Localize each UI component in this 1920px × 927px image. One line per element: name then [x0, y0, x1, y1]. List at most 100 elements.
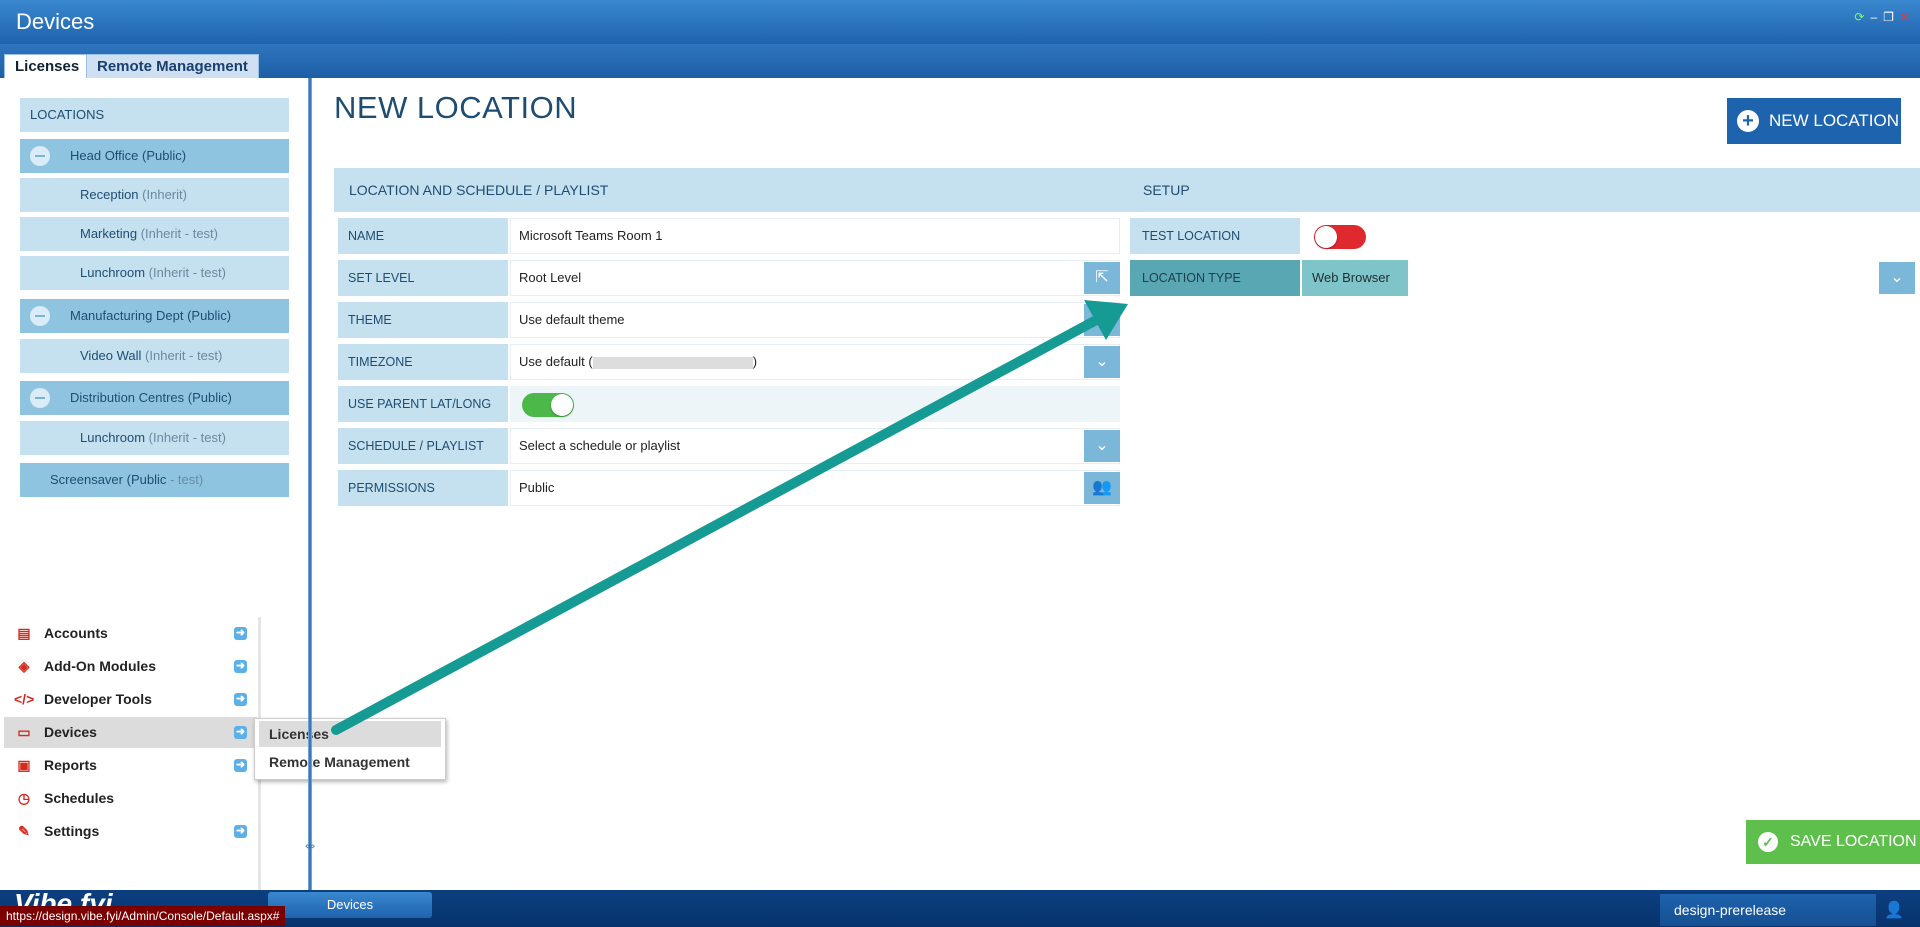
location-name: Manufacturing Dept (Public)	[70, 308, 232, 323]
wrench-icon: ✎	[18, 823, 30, 839]
chevron-down-icon[interactable]: ⌄	[1879, 262, 1915, 294]
menu-item-schedules[interactable]: ◷ Schedules	[4, 783, 257, 814]
monitor-icon: ▭	[17, 724, 31, 740]
location-type-row: LOCATION TYPE Web Browser ⌄	[1130, 260, 1920, 296]
collapse-icon[interactable]	[30, 388, 50, 408]
schedule-playlist-row: SCHEDULE / PLAYLIST Select a schedule or…	[338, 428, 1120, 464]
location-suffix: (Inherit - test)	[148, 430, 226, 445]
taskbar: Vibe.fyi Devices design-prerelease 👤	[0, 888, 1920, 927]
window-controls: ⟳ – ❐ ✕	[1854, 10, 1910, 24]
chevron-down-icon[interactable]: ⌄	[1084, 430, 1120, 462]
use-parent-latlong-toggle[interactable]	[522, 393, 574, 417]
arrow-right-icon[interactable]: ➜	[234, 759, 247, 772]
menu-item-label: Reports	[44, 757, 97, 773]
panel-splitter[interactable]	[308, 78, 312, 890]
set-level-label: SET LEVEL	[338, 260, 508, 296]
status-url: https://design.vibe.fyi/Admin/Console/De…	[0, 906, 286, 926]
location-item[interactable]: Reception (Inherit)	[20, 178, 289, 212]
arrow-right-icon[interactable]: ➜	[234, 825, 247, 838]
use-parent-latlong-cell	[510, 386, 1120, 422]
submenu-item-licenses[interactable]: Licenses	[259, 721, 441, 747]
menu-item-developer-tools[interactable]: </> Developer Tools ➜	[4, 684, 257, 715]
menu-item-devices[interactable]: ▭ Devices ➜	[4, 717, 257, 748]
timezone-row: TIMEZONE Use default () ⌄	[338, 344, 1120, 380]
save-location-button[interactable]: ✓ SAVE LOCATION	[1746, 820, 1920, 864]
location-type-label: LOCATION TYPE	[1130, 260, 1300, 296]
window-title: Devices	[16, 9, 95, 34]
tab-licenses[interactable]: Licenses	[4, 54, 91, 79]
taskbar-devices-button[interactable]: Devices	[268, 892, 432, 918]
collapse-icon[interactable]	[30, 306, 50, 326]
menu-item-add-on-modules[interactable]: ◈ Add-On Modules ➜	[4, 651, 257, 682]
location-suffix: (Inherit - test)	[148, 265, 226, 280]
arrow-right-icon[interactable]: ➜	[234, 660, 247, 673]
location-item[interactable]: Video Wall (Inherit - test)	[20, 339, 289, 373]
menu-item-label: Schedules	[44, 790, 115, 806]
location-item[interactable]: Distribution Centres (Public)	[20, 381, 289, 415]
test-location-toggle[interactable]	[1314, 225, 1366, 249]
arrow-right-icon[interactable]: ➜	[234, 726, 247, 739]
new-location-label: NEW LOCATION	[1769, 111, 1900, 130]
location-suffix: (Inherit - test)	[140, 226, 218, 241]
location-item[interactable]: Manufacturing Dept (Public)	[20, 299, 289, 333]
clock-icon: ◷	[17, 790, 31, 806]
location-panel-header: LOCATION AND SCHEDULE / PLAYLIST	[334, 168, 1130, 212]
share-icon[interactable]: ⇱	[1084, 262, 1120, 294]
location-item[interactable]: Lunchroom (Inherit - test)	[20, 256, 289, 290]
location-name: Marketing	[80, 226, 138, 241]
name-input[interactable]: Microsoft Teams Room 1	[510, 218, 1120, 254]
chevron-down-icon[interactable]: ⌄	[1084, 304, 1120, 336]
name-label: NAME	[338, 218, 508, 254]
user-settings-icon[interactable]: 👤	[1884, 900, 1904, 920]
menu-item-settings[interactable]: ✎ Settings ➜	[4, 816, 257, 847]
arrow-right-icon[interactable]: ➜	[234, 627, 247, 640]
collapse-icon[interactable]	[30, 146, 50, 166]
plus-circle-icon: +	[1737, 110, 1759, 132]
permissions-field[interactable]: Public	[510, 470, 1120, 506]
timezone-select[interactable]: Use default ()	[510, 344, 1120, 380]
redacted-timezone	[592, 356, 753, 369]
page-title: NEW LOCATION	[334, 90, 578, 125]
users-icon[interactable]: 👥	[1084, 472, 1120, 504]
set-level-field[interactable]: Root Level	[510, 260, 1120, 296]
menu-item-reports[interactable]: ▣ Reports ➜	[4, 750, 257, 781]
set-level-row: SET LEVEL Root Level ⇱	[338, 260, 1120, 296]
menu-item-accounts[interactable]: ▤ Accounts ➜	[4, 618, 257, 649]
location-name: Lunchroom	[80, 265, 146, 280]
tab-bar: Licenses Remote Management	[0, 44, 1920, 79]
schedule-playlist-select[interactable]: Select a schedule or playlist	[510, 428, 1120, 464]
location-item[interactable]: Screensaver (Public - test)	[20, 463, 289, 497]
location-item[interactable]: Marketing (Inherit - test)	[20, 217, 289, 251]
location-item[interactable]: Lunchroom (Inherit - test)	[20, 421, 289, 455]
schedule-playlist-label: SCHEDULE / PLAYLIST	[338, 428, 508, 464]
timezone-prefix: Use default (	[519, 354, 593, 369]
permissions-label: PERMISSIONS	[338, 470, 508, 506]
location-item[interactable]: Head Office (Public)	[20, 139, 289, 173]
resize-handle-icon[interactable]: ⇔	[302, 837, 318, 855]
theme-select[interactable]: Use default theme	[510, 302, 1120, 338]
arrow-right-icon[interactable]: ➜	[234, 693, 247, 706]
location-name: Video Wall	[80, 348, 142, 363]
tab-remote-management[interactable]: Remote Management	[86, 54, 259, 79]
new-location-button[interactable]: + NEW LOCATION	[1727, 98, 1901, 144]
restore-icon[interactable]: ❐	[1883, 10, 1894, 24]
location-name: Head Office (Public)	[70, 148, 187, 163]
chevron-down-icon[interactable]: ⌄	[1084, 346, 1120, 378]
clipboard-icon: ▣	[17, 757, 31, 773]
location-name: Lunchroom	[80, 430, 146, 445]
environment-label: design-prerelease	[1660, 894, 1876, 926]
id-card-icon: ▤	[17, 625, 31, 641]
location-type-select[interactable]: Web Browser	[1302, 260, 1408, 296]
location-name: Distribution Centres (Public)	[70, 390, 232, 405]
window-title-bar: Devices ⟳ – ❐ ✕	[0, 0, 1920, 44]
refresh-icon[interactable]: ⟳	[1854, 10, 1864, 24]
submenu-item-remote-management[interactable]: Remote Management	[259, 749, 441, 775]
save-location-label: SAVE LOCATION	[1790, 833, 1917, 850]
test-location-label: TEST LOCATION	[1130, 218, 1300, 254]
minimize-icon[interactable]: –	[1870, 10, 1877, 24]
code-icon: </>	[14, 691, 35, 707]
use-parent-latlong-label: USE PARENT LAT/LONG	[338, 386, 508, 422]
close-icon[interactable]: ✕	[1900, 10, 1910, 24]
location-suffix: (Inherit - test)	[145, 348, 223, 363]
theme-label: THEME	[338, 302, 508, 338]
